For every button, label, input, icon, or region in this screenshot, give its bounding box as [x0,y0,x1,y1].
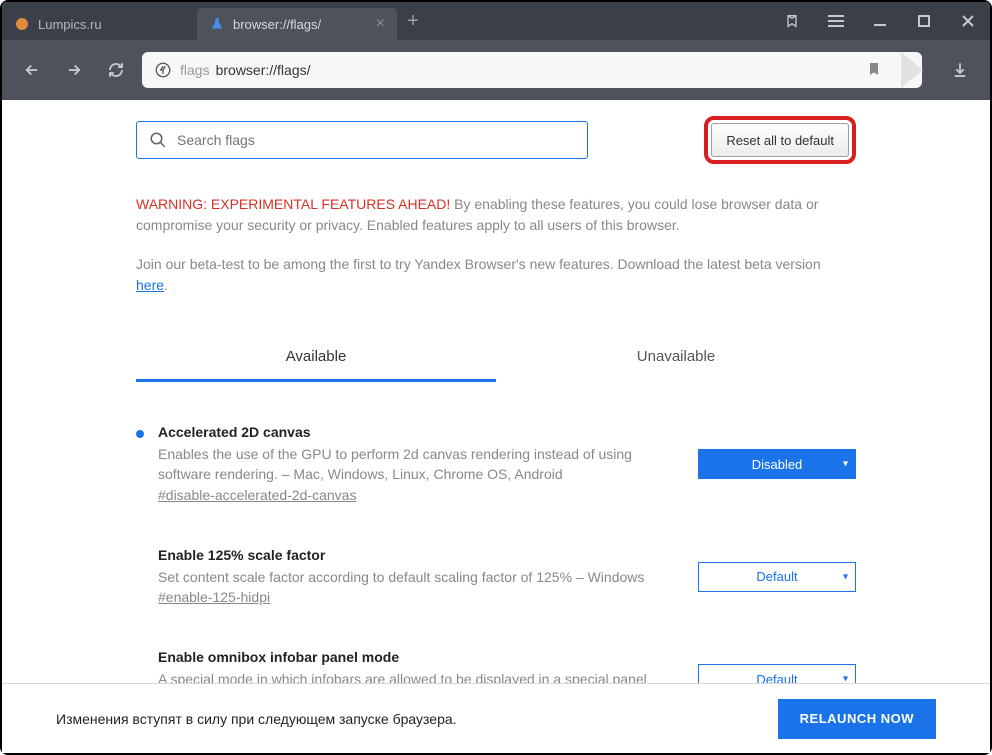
page-tabs: Available Unavailable [136,334,856,382]
tab-unavailable[interactable]: Unavailable [496,334,856,382]
tab-label: browser://flags/ [233,17,321,32]
address-url: browser://flags/ [216,62,311,78]
flag-hash-link[interactable]: #enable-125-hidpi [158,589,270,605]
close-window-button[interactable] [946,2,990,40]
tab-flags[interactable]: browser://flags/ × [197,8,397,40]
flag-description: Set content scale factor according to de… [158,567,684,587]
back-button[interactable] [16,54,48,86]
beta-text: Join our beta-test to be among the first… [136,254,856,296]
tab-label: Lumpics.ru [38,17,102,32]
relaunch-message: Изменения вступят в силу при следующем з… [56,711,457,727]
search-icon [149,131,167,149]
warning-text: WARNING: EXPERIMENTAL FEATURES AHEAD! By… [136,194,856,236]
yandex-icon [154,61,172,79]
beta-link[interactable]: here [136,277,164,293]
reader-mode-icon[interactable] [770,2,814,40]
beta-body: Join our beta-test to be among the first… [136,256,821,272]
tab-available[interactable]: Available [136,334,496,382]
window-controls [770,2,990,40]
page-content[interactable]: Reset all to default WARNING: EXPERIMENT… [2,100,990,687]
flag-item: Enable omnibox infobar panel mode A spec… [136,649,856,687]
maximize-button[interactable] [902,2,946,40]
flag-select[interactable]: Disabled [698,449,856,479]
flask-icon [209,16,225,32]
flag-hash-link[interactable]: #disable-accelerated-2d-canvas [158,487,356,503]
tab-favicon-icon [14,16,30,32]
toolbar: flags browser://flags/ [2,40,990,100]
relaunch-button[interactable]: RELAUNCH NOW [778,699,936,739]
tab-lumpics[interactable]: Lumpics.ru [2,8,197,40]
flag-select[interactable]: Default [698,562,856,592]
bookmark-icon[interactable] [866,61,882,80]
titlebar: Lumpics.ru browser://flags/ × + [2,2,990,40]
warning-title: WARNING: EXPERIMENTAL FEATURES AHEAD! [136,196,450,212]
search-flags-input[interactable] [177,132,575,148]
flag-title: Accelerated 2D canvas [158,424,684,440]
reset-all-button[interactable]: Reset all to default [711,123,849,157]
flag-item: Enable 125% scale factor Set content sca… [136,547,856,607]
relaunch-bar: Изменения вступят в силу при следующем з… [2,683,990,753]
close-tab-icon[interactable]: × [376,15,385,33]
address-bar[interactable]: flags browser://flags/ [142,52,922,88]
menu-icon[interactable] [814,2,858,40]
address-label: flags [180,62,210,78]
search-flags-box [136,121,588,159]
minimize-button[interactable] [858,2,902,40]
download-button[interactable] [944,54,976,86]
flag-description: Enables the use of the GPU to perform 2d… [158,444,684,485]
flag-item: Accelerated 2D canvas Enables the use of… [136,424,856,505]
flag-title: Enable omnibox infobar panel mode [158,649,684,665]
forward-button[interactable] [58,54,90,86]
new-tab-button[interactable]: + [397,5,429,37]
reset-highlight: Reset all to default [704,116,856,164]
modified-dot-icon [136,430,144,438]
flag-title: Enable 125% scale factor [158,547,684,563]
reload-button[interactable] [100,54,132,86]
